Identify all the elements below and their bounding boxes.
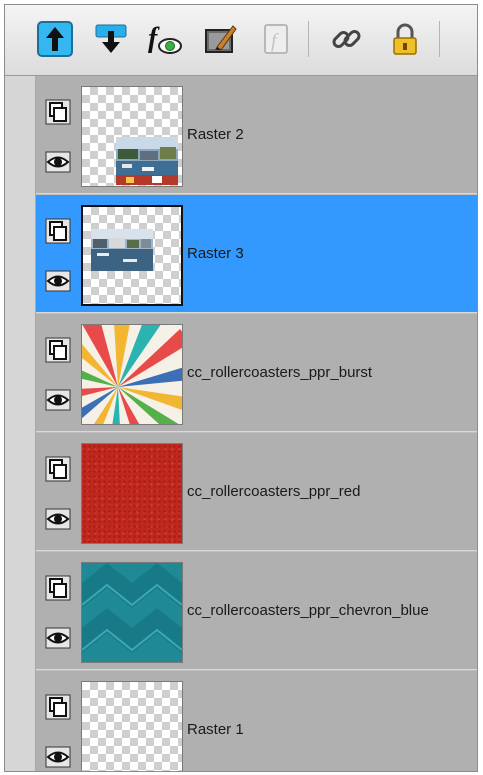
layer-eye-toggle[interactable] [44, 148, 72, 176]
layer-properties-icon [45, 337, 71, 363]
layer-row-raster-3[interactable]: Raster 3 [36, 195, 477, 313]
layer-eye-toggle[interactable] [44, 505, 72, 533]
layer-gutter [5, 76, 36, 771]
layer-row-burst[interactable]: cc_rollercoasters_ppr_burst [36, 314, 477, 432]
layer-eye-toggle[interactable] [44, 624, 72, 652]
layers-toolbar: f f [5, 5, 477, 76]
layer-thumbnail [81, 86, 183, 187]
layer-name: cc_rollercoasters_ppr_red [187, 483, 361, 500]
layer-thumbnail [81, 205, 183, 306]
move-layer-down-icon [95, 24, 127, 53]
layer-properties-icon [45, 218, 71, 244]
layer-visibility-toggle[interactable] [44, 693, 72, 721]
edit-layer-button[interactable] [201, 19, 241, 59]
link-icon [332, 30, 361, 48]
layer-row-raster-2[interactable]: Raster 2 [36, 76, 477, 194]
layer-name: cc_rollercoasters_ppr_burst [187, 364, 373, 381]
script-button[interactable]: f [257, 19, 297, 59]
link-button[interactable] [327, 19, 367, 59]
layer-visibility-toggle[interactable] [44, 455, 72, 483]
layer-eye-toggle[interactable] [44, 267, 72, 295]
layer-name: Raster 1 [187, 721, 244, 738]
lock-button[interactable] [385, 19, 425, 59]
eye-icon [45, 508, 71, 530]
toolbar-separator [439, 21, 440, 57]
layer-properties-icon [45, 99, 71, 125]
layer-visibility-toggle[interactable] [44, 217, 72, 245]
layer-thumbnail [81, 681, 183, 771]
layer-properties-icon [45, 694, 71, 720]
layer-name: Raster 3 [187, 245, 244, 262]
layer-name: cc_rollercoasters_ppr_chevron_blue [187, 602, 429, 619]
eye-icon [45, 389, 71, 411]
move-layer-down-button[interactable] [91, 19, 131, 59]
layers-panel: f f Raster 2 Raster 3 cc_rollercoasters_… [4, 4, 478, 772]
layer-thumbnail [81, 443, 183, 544]
move-layer-up-icon [37, 21, 73, 57]
layer-effects-button[interactable]: f [145, 19, 185, 59]
layer-row-chevron-blue[interactable]: cc_rollercoasters_ppr_chevron_blue [36, 552, 477, 670]
layer-properties-icon [45, 575, 71, 601]
layer-visibility-toggle[interactable] [44, 336, 72, 364]
eye-icon [45, 746, 71, 768]
layer-row-red[interactable]: cc_rollercoasters_ppr_red [36, 433, 477, 551]
layer-thumbnail [81, 562, 183, 663]
lock-icon [393, 23, 417, 55]
script-icon: f [264, 24, 288, 54]
layer-row-raster-1[interactable]: Raster 1 [36, 671, 477, 771]
layer-properties-icon [45, 456, 71, 482]
layer-name: Raster 2 [187, 126, 244, 143]
layer-visibility-toggle[interactable] [44, 98, 72, 126]
eye-icon [45, 270, 71, 292]
svg-text:f: f [148, 23, 160, 54]
toolbar-separator [308, 21, 309, 57]
eye-icon [45, 151, 71, 173]
layer-eye-toggle[interactable] [44, 743, 72, 771]
eye-icon [45, 627, 71, 649]
layer-effects-icon: f [148, 23, 182, 54]
edit-layer-icon [205, 25, 237, 53]
layer-eye-toggle[interactable] [44, 386, 72, 414]
layer-visibility-toggle[interactable] [44, 574, 72, 602]
layer-thumbnail [81, 324, 183, 425]
move-layer-up-button[interactable] [35, 19, 75, 59]
